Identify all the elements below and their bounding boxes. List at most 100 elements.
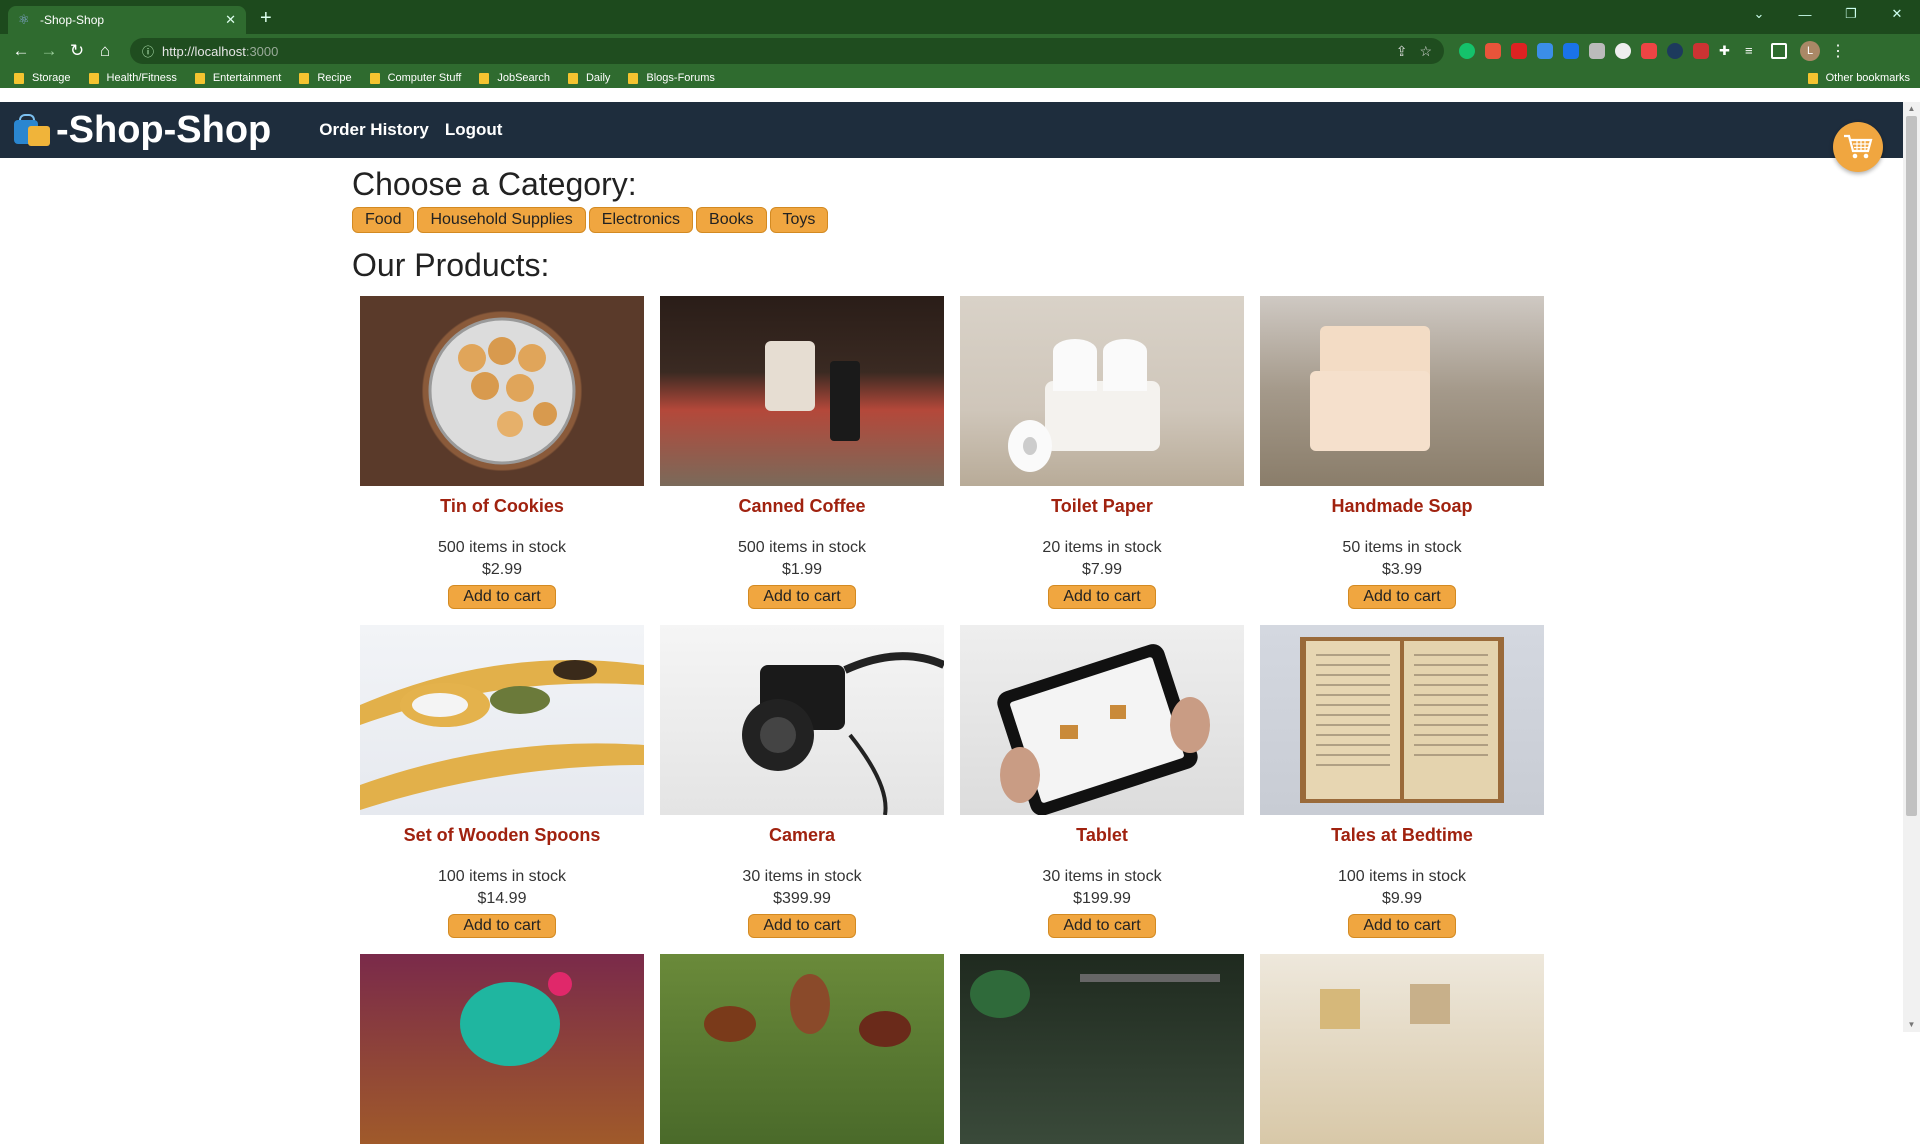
cloud-extension-icon[interactable] — [1537, 43, 1553, 59]
restore-icon[interactable]: ❐ — [1828, 6, 1874, 22]
product-card: Toilet Paper 20 items in stock $7.99 Add… — [960, 296, 1244, 609]
product-image[interactable] — [660, 954, 944, 1144]
folder-icon — [14, 72, 24, 84]
product-price: $3.99 — [1381, 561, 1423, 578]
product-price: $2.99 — [481, 561, 523, 578]
extension-icon[interactable] — [1641, 43, 1657, 59]
product-price: $7.99 — [1081, 561, 1123, 578]
grammarly-extension-icon[interactable] — [1459, 43, 1475, 59]
cart-button[interactable] — [1833, 122, 1883, 172]
add-to-cart-button[interactable]: Add to cart — [448, 914, 556, 938]
bookmark-folder[interactable]: Entertainment — [194, 72, 281, 84]
address-bar[interactable]: ⓘ http://localhost:3000 ⇪ ☆ — [130, 38, 1444, 64]
product-image[interactable] — [960, 954, 1244, 1144]
bookmark-folder[interactable]: Computer Stuff — [369, 72, 461, 84]
reading-list-icon[interactable]: ≡ — [1745, 43, 1761, 59]
product-image[interactable] — [360, 296, 644, 486]
back-icon[interactable]: ← — [8, 41, 34, 61]
add-to-cart-button[interactable]: Add to cart — [748, 914, 856, 938]
product-name[interactable]: Tales at Bedtime — [1331, 825, 1473, 846]
browser-menu-icon[interactable]: ⋮ — [1830, 41, 1846, 61]
product-card: Canned Coffee 500 items in stock $1.99 A… — [660, 296, 944, 609]
close-tab-icon[interactable]: ✕ — [225, 12, 236, 28]
bookmark-folder[interactable]: Storage — [14, 72, 71, 84]
scroll-up-icon[interactable]: ▲ — [1903, 102, 1920, 116]
folder-icon — [628, 72, 639, 84]
category-button-electronics[interactable]: Electronics — [588, 207, 694, 233]
page-scrollbar[interactable]: ▲ ▼ — [1903, 102, 1920, 1032]
product-image[interactable] — [660, 296, 944, 486]
site-info-icon[interactable]: ⓘ — [142, 43, 154, 60]
share-icon[interactable]: ⇪ — [1396, 43, 1408, 60]
product-name[interactable]: Tablet — [1076, 825, 1128, 846]
product-stock: 500 items in stock — [437, 539, 567, 556]
extension-icon[interactable] — [1693, 43, 1709, 59]
bookmark-folder[interactable]: Daily — [567, 72, 610, 84]
product-stock: 100 items in stock — [437, 868, 567, 885]
product-image[interactable] — [360, 625, 644, 815]
browser-tab[interactable]: ⚛ -Shop-Shop ✕ — [8, 6, 246, 34]
logout-link[interactable]: Logout — [445, 120, 503, 140]
extension-icon[interactable] — [1615, 43, 1631, 59]
reload-icon[interactable]: ↻ — [64, 41, 90, 61]
bookmark-star-icon[interactable]: ☆ — [1419, 43, 1432, 60]
forward-icon[interactable]: → — [36, 41, 62, 61]
folder-icon — [1807, 72, 1818, 84]
product-image[interactable] — [960, 296, 1244, 486]
tab-search-icon[interactable]: ⌄ — [1736, 6, 1782, 22]
category-button-household-supplies[interactable]: Household Supplies — [417, 207, 586, 233]
add-to-cart-button[interactable]: Add to cart — [1048, 585, 1156, 609]
order-history-link[interactable]: Order History — [319, 120, 429, 140]
product-name[interactable]: Canned Coffee — [738, 496, 865, 517]
add-to-cart-button[interactable]: Add to cart — [1048, 914, 1156, 938]
product-image[interactable] — [660, 625, 944, 815]
bookmark-folder[interactable]: Health/Fitness — [88, 72, 177, 84]
product-name[interactable]: Set of Wooden Spoons — [404, 825, 601, 846]
product-image[interactable] — [360, 954, 644, 1144]
add-to-cart-button[interactable]: Add to cart — [1348, 585, 1456, 609]
add-to-cart-button[interactable]: Add to cart — [748, 585, 856, 609]
add-to-cart-button[interactable]: Add to cart — [448, 585, 556, 609]
extension-badge-icon[interactable] — [1563, 43, 1579, 59]
new-tab-icon[interactable]: + — [260, 7, 272, 30]
product-price: $14.99 — [477, 890, 527, 907]
add-to-cart-button[interactable]: Add to cart — [1348, 914, 1456, 938]
product-stock: 50 items in stock — [1342, 539, 1462, 556]
window-controls: ⌄ — ❐ ✕ — [1736, 0, 1920, 28]
bookmark-folder[interactable]: JobSearch — [479, 72, 550, 84]
product-name[interactable]: Tin of Cookies — [440, 496, 564, 517]
bookmark-folder[interactable]: Blogs-Forums — [628, 72, 715, 84]
category-button-toys[interactable]: Toys — [769, 207, 829, 233]
product-card — [960, 954, 1244, 1144]
extensions-puzzle-icon[interactable]: ✚ — [1719, 43, 1735, 59]
product-name[interactable]: Camera — [769, 825, 835, 846]
extension-icon[interactable] — [1485, 43, 1501, 59]
profile-avatar[interactable]: L — [1800, 41, 1820, 61]
product-card — [1260, 954, 1544, 1144]
product-image[interactable] — [1260, 296, 1544, 486]
bookmark-folder[interactable]: Recipe — [299, 72, 352, 84]
side-panel-icon[interactable] — [1771, 43, 1787, 59]
pdf-extension-icon[interactable] — [1511, 43, 1527, 59]
scrollbar-thumb[interactable] — [1906, 116, 1917, 816]
extension-icon[interactable] — [1589, 43, 1605, 59]
product-card: Tales at Bedtime 100 items in stock $9.9… — [1260, 625, 1544, 938]
product-name[interactable]: Handmade Soap — [1331, 496, 1472, 517]
category-button-books[interactable]: Books — [696, 207, 767, 233]
product-name[interactable]: Toilet Paper — [1051, 496, 1153, 517]
category-button-food[interactable]: Food — [352, 207, 415, 233]
product-image[interactable] — [960, 625, 1244, 815]
home-icon[interactable]: ⌂ — [92, 41, 118, 61]
product-stock: 100 items in stock — [1337, 868, 1467, 885]
product-card: Camera 30 items in stock $399.99 Add to … — [660, 625, 944, 938]
tab-title: -Shop-Shop — [40, 13, 105, 27]
minimize-icon[interactable]: — — [1782, 7, 1828, 22]
close-window-icon[interactable]: ✕ — [1874, 6, 1920, 22]
other-bookmarks[interactable]: Other bookmarks — [1807, 68, 1910, 88]
product-image[interactable] — [1260, 625, 1544, 815]
extension-icon[interactable] — [1667, 43, 1683, 59]
folder-icon — [479, 72, 490, 84]
scroll-down-icon[interactable]: ▼ — [1903, 1018, 1920, 1032]
product-image[interactable] — [1260, 954, 1544, 1144]
brand-title[interactable]: -Shop-Shop — [56, 109, 271, 152]
